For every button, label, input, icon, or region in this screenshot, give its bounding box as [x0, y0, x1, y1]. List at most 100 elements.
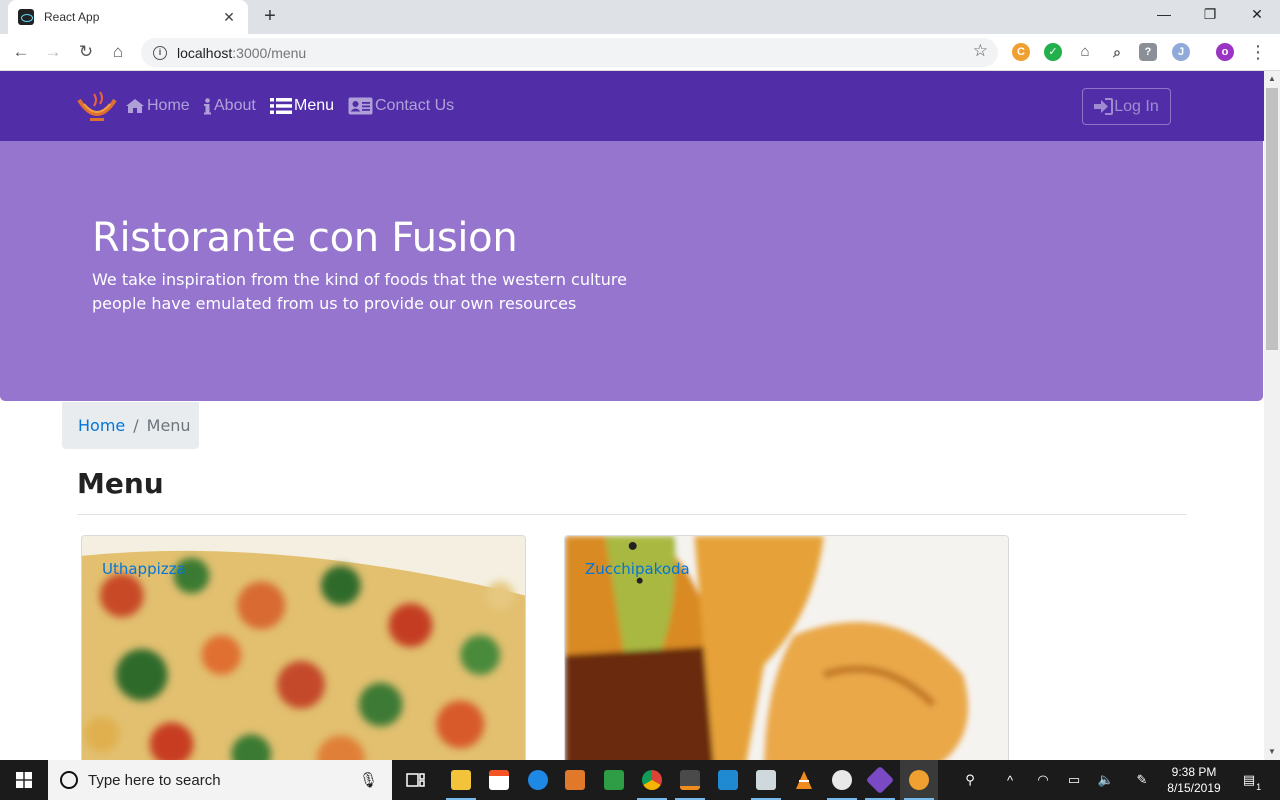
nav-menu[interactable]: Menu: [270, 95, 334, 117]
browser-tab[interactable]: React App ✕: [8, 0, 248, 34]
nav-menu-label: Menu: [294, 97, 335, 114]
info-icon: [204, 97, 211, 114]
dish-name[interactable]: Zucchipakoda: [585, 560, 690, 578]
nav-about[interactable]: About: [203, 95, 256, 117]
taskbar-sublime[interactable]: [671, 760, 709, 800]
tray-overflow-icon[interactable]: ^: [1000, 760, 1020, 800]
address-bar[interactable]: i localhost:3000/menu ☆: [141, 38, 998, 67]
wifi-icon[interactable]: ◠: [1032, 760, 1054, 800]
extension-search-icon[interactable]: ⌕: [1108, 43, 1126, 61]
edge-icon: [528, 770, 548, 790]
microphone-icon[interactable]: 🎙: [359, 771, 378, 789]
list-icon: [270, 98, 292, 114]
clock-date: 8/15/2019: [1167, 781, 1221, 795]
notification-count: 1: [1256, 782, 1262, 792]
url-path: :3000/menu: [232, 44, 307, 61]
reload-button[interactable]: ↻: [74, 40, 98, 64]
taskbar-vscode[interactable]: [709, 760, 747, 800]
chrome-icon: [642, 770, 662, 790]
close-window-button[interactable]: ✕: [1234, 0, 1280, 30]
nav-home[interactable]: Home: [125, 95, 190, 117]
breadcrumb-home-link[interactable]: Home: [78, 416, 125, 435]
taskbar-paint[interactable]: [823, 760, 861, 800]
extension-check-icon[interactable]: ✓: [1044, 43, 1062, 61]
git-icon: [865, 765, 895, 795]
taskbar-file-explorer[interactable]: [442, 760, 480, 800]
dish-card[interactable]: Uthappizza: [81, 535, 526, 760]
store-icon: [489, 770, 509, 790]
sign-in-icon: [1094, 98, 1114, 115]
breadcrumb: Home / Menu: [62, 402, 199, 449]
active-app-icon: [909, 770, 929, 790]
home-icon: [126, 99, 144, 113]
scroll-up-arrow-icon[interactable]: ▲: [1264, 71, 1280, 87]
sublime-text-icon: [680, 770, 700, 790]
site-navbar: Home About Menu Contact Us Log In: [0, 71, 1264, 141]
taskbar-store[interactable]: [480, 760, 518, 800]
scroll-thumb[interactable]: [1266, 88, 1278, 350]
media-player-icon: [565, 770, 585, 790]
taskbar-active-app[interactable]: [900, 760, 938, 800]
chart-app-icon: [604, 770, 624, 790]
home-button[interactable]: ⌂: [106, 40, 130, 64]
battery-icon[interactable]: ▭: [1063, 760, 1085, 800]
restaurant-logo[interactable]: [76, 88, 118, 124]
new-tab-button[interactable]: +: [258, 5, 282, 29]
taskbar-edge[interactable]: [519, 760, 557, 800]
tab-close-icon[interactable]: ✕: [220, 9, 238, 26]
forward-button[interactable]: →: [41, 40, 65, 64]
tab-title: React App: [44, 10, 100, 24]
extension-java-icon[interactable]: J: [1172, 43, 1190, 61]
login-button-label: Log In: [1114, 97, 1159, 115]
taskbar-app-window[interactable]: [747, 760, 785, 800]
volume-icon[interactable]: 🔈: [1095, 760, 1117, 800]
extension-shield-icon[interactable]: ?: [1139, 43, 1157, 61]
taskbar-clock[interactable]: 9:38 PM 8/15/2019: [1160, 764, 1228, 796]
windows-logo-icon: [16, 772, 32, 788]
site-info-icon[interactable]: i: [153, 45, 167, 60]
extension-c-icon[interactable]: C: [1012, 43, 1030, 61]
login-button[interactable]: Log In: [1082, 88, 1171, 125]
scroll-down-arrow-icon[interactable]: ▼: [1264, 744, 1280, 760]
breadcrumb-current: Menu: [146, 416, 191, 435]
vscode-icon: [718, 770, 738, 790]
taskbar-media-player[interactable]: [556, 760, 594, 800]
pen-workspace-icon[interactable]: ✎: [1130, 760, 1154, 800]
nav-about-label: About: [214, 97, 256, 114]
clock-time: 9:38 PM: [1171, 765, 1217, 779]
minimize-button[interactable]: —: [1141, 0, 1187, 30]
taskbar-vlc[interactable]: [785, 760, 823, 800]
vlc-icon: [796, 771, 812, 789]
page-scrollbar[interactable]: ▲ ▼: [1264, 71, 1280, 760]
bookmark-star-icon[interactable]: ☆: [973, 41, 988, 61]
heading-divider: [77, 514, 1187, 515]
hero-description: We take inspiration from the kind of foo…: [92, 270, 627, 313]
taskbar-git[interactable]: [861, 760, 899, 800]
nav-contact-label: Contact Us: [375, 97, 455, 114]
paint-icon: [832, 770, 852, 790]
profile-avatar[interactable]: o: [1216, 43, 1234, 61]
taskbar-search-box[interactable]: Type here to search 🎙: [48, 760, 392, 800]
nav-contact[interactable]: Contact Us: [348, 95, 454, 117]
browser-toolbar: ← → ↻ ⌂ i localhost:3000/menu ☆ C ✓ ⌂ ⌕ …: [0, 34, 1280, 71]
app-window-icon: [756, 770, 776, 790]
people-icon[interactable]: ⚲: [958, 760, 982, 800]
nav-home-label: Home: [147, 97, 190, 114]
url-host: localhost: [177, 44, 233, 61]
restore-button[interactable]: ❐: [1187, 0, 1233, 30]
cortana-icon: [60, 771, 78, 789]
extension-home-icon[interactable]: ⌂: [1076, 43, 1094, 61]
notification-center-icon[interactable]: ▤ 1: [1236, 760, 1262, 800]
address-card-icon: [348, 97, 373, 115]
back-button[interactable]: ←: [9, 40, 33, 64]
taskbar-chart-app[interactable]: [595, 760, 633, 800]
page-title: Menu: [77, 467, 164, 500]
task-view-button[interactable]: [397, 760, 435, 800]
start-button[interactable]: [0, 760, 48, 800]
dish-name[interactable]: Uthappizza: [102, 560, 186, 578]
chrome-menu-icon[interactable]: ⋮: [1246, 40, 1270, 64]
dish-card[interactable]: Zucchipakoda: [564, 535, 1009, 760]
file-explorer-icon: [451, 770, 471, 790]
react-favicon-icon: [18, 9, 34, 25]
taskbar-chrome[interactable]: [633, 760, 671, 800]
